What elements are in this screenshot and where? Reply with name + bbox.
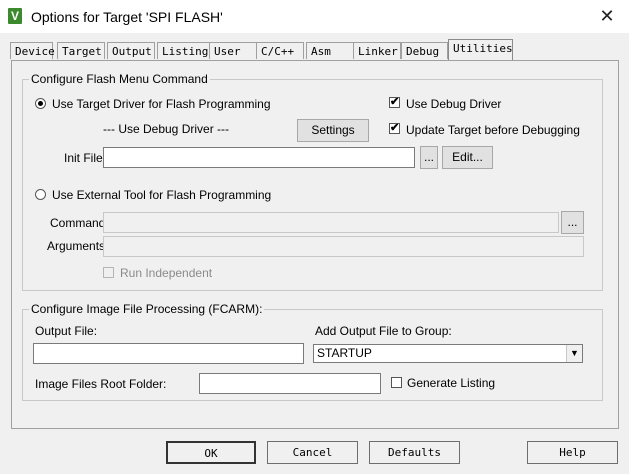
use-debug-driver-label: Use Debug Driver	[406, 97, 502, 111]
flash-group-title: Configure Flash Menu Command	[29, 72, 210, 86]
chevron-down-icon[interactable]: ▼	[566, 345, 582, 362]
tab-asm[interactable]: Asm	[306, 42, 354, 59]
use-debug-driver-checkbox[interactable]: ✔	[389, 97, 400, 108]
use-target-driver-label: Use Target Driver for Flash Programming	[52, 97, 271, 111]
ok-button[interactable]: OK	[166, 441, 256, 464]
generate-listing-checkbox[interactable]	[391, 377, 402, 388]
image-group-title: Configure Image File Processing (FCARM):	[29, 302, 265, 316]
use-external-tool-radio[interactable]	[35, 189, 46, 200]
output-file-label: Output File:	[35, 324, 98, 338]
flash-driver-select[interactable]: --- Use Debug Driver ---	[103, 122, 229, 136]
add-output-group-label: Add Output File to Group:	[315, 324, 452, 338]
tab-debug[interactable]: Debug	[401, 42, 448, 59]
command-browse-button[interactable]: ...	[561, 211, 584, 234]
use-external-tool-label: Use External Tool for Flash Programming	[52, 188, 272, 202]
update-target-label: Update Target before Debugging	[406, 123, 580, 137]
keil-app-icon: V	[8, 8, 22, 24]
run-independent-label: Run Independent	[120, 266, 213, 280]
update-target-checkbox[interactable]: ✔	[389, 123, 400, 134]
tab-c-cpp[interactable]: C/C++	[256, 42, 304, 59]
tab-device[interactable]: Device	[10, 42, 55, 59]
tab-target[interactable]: Target	[57, 42, 105, 59]
init-file-input[interactable]	[103, 147, 415, 168]
tab-listing[interactable]: Listing	[157, 42, 212, 59]
init-file-browse-button[interactable]: ...	[420, 146, 438, 169]
help-button[interactable]: Help	[527, 441, 618, 464]
init-file-label: Init File:	[64, 151, 107, 165]
cancel-button[interactable]: Cancel	[267, 441, 358, 464]
run-independent-checkbox[interactable]	[103, 267, 114, 278]
root-folder-input[interactable]	[199, 373, 381, 394]
tab-user[interactable]: User	[209, 42, 257, 59]
defaults-button[interactable]: Defaults	[369, 441, 460, 464]
generate-listing-label: Generate Listing	[407, 376, 496, 390]
window-title: Options for Target 'SPI FLASH'	[31, 9, 223, 25]
root-folder-label: Image Files Root Folder:	[35, 377, 167, 391]
title-bar: V Options for Target 'SPI FLASH' ✕	[0, 0, 629, 33]
close-icon[interactable]: ✕	[595, 4, 619, 28]
tab-output[interactable]: Output	[107, 42, 155, 59]
output-group-select-value: STARTUP	[317, 346, 372, 360]
init-file-edit-button[interactable]: Edit...	[442, 146, 493, 169]
command-label: Command:	[50, 216, 109, 230]
arguments-input[interactable]	[103, 236, 584, 257]
output-file-input[interactable]	[33, 343, 304, 364]
output-group-select[interactable]: STARTUP ▼	[313, 344, 583, 363]
tab-linker[interactable]: Linker	[353, 42, 401, 59]
arguments-label: Arguments:	[47, 239, 109, 253]
settings-button[interactable]: Settings	[297, 119, 369, 142]
tab-utilities[interactable]: Utilities	[448, 39, 513, 60]
use-target-driver-radio[interactable]	[35, 98, 46, 109]
command-input[interactable]	[103, 212, 559, 233]
